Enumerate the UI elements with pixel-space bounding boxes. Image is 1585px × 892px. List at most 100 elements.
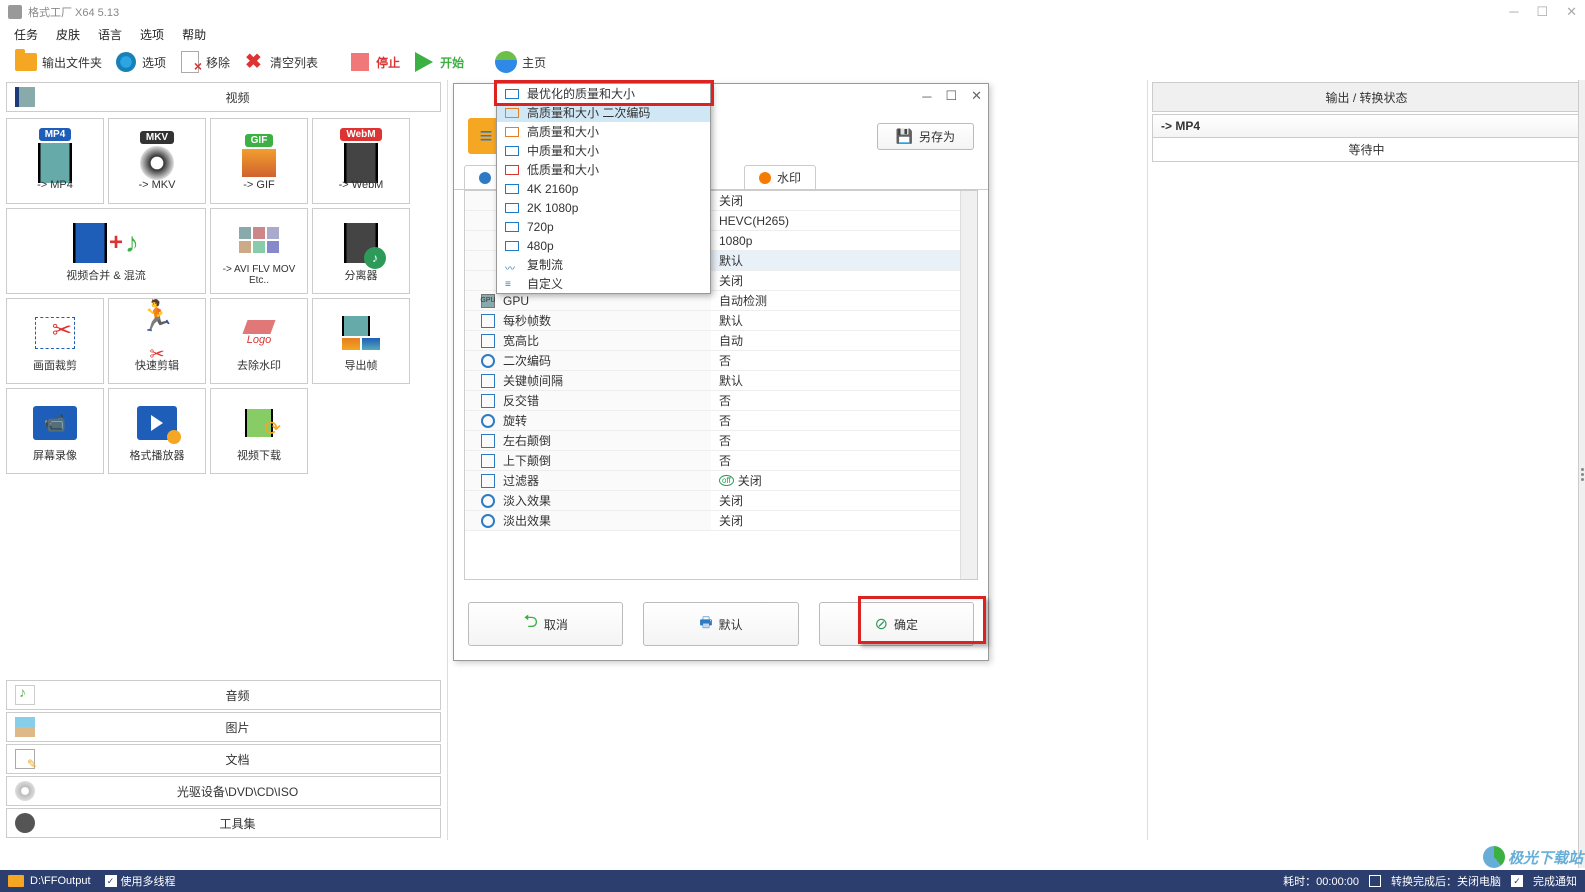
tile-mkv[interactable]: MKV -> MKV bbox=[108, 118, 206, 204]
tile-demux[interactable]: ♪ 分离器 bbox=[312, 208, 410, 294]
multithread-checkbox[interactable]: ✓ bbox=[105, 875, 117, 887]
output-path[interactable]: D:\FFOutput bbox=[30, 875, 91, 887]
dropdown-item[interactable]: 480p bbox=[497, 236, 710, 255]
dropdown-item[interactable]: 〰复制流 bbox=[497, 255, 710, 274]
shutdown-checkbox[interactable] bbox=[1369, 875, 1381, 887]
property-row[interactable]: 过滤器off关闭 bbox=[465, 471, 977, 491]
category-picture[interactable]: 图片 bbox=[6, 712, 441, 742]
video-icon bbox=[15, 87, 35, 107]
task-row[interactable]: -> MP4 bbox=[1152, 114, 1581, 138]
menu-options[interactable]: 选项 bbox=[140, 26, 164, 43]
dropdown-item[interactable]: 4K 2160p bbox=[497, 179, 710, 198]
dropdown-item[interactable]: 中质量和大小 bbox=[497, 141, 710, 160]
menu-language[interactable]: 语言 bbox=[98, 26, 122, 43]
picture-icon bbox=[15, 717, 35, 737]
window-title: 格式工厂 X64 5.13 bbox=[28, 4, 1509, 20]
left-panel: 视频 MP4 -> MP4 MKV -> MKV GIF -> GIF WebM… bbox=[0, 80, 448, 840]
tile-webm[interactable]: WebM -> WebM bbox=[312, 118, 410, 204]
tile-merge[interactable]: +♪ 视频合并 & 混流 bbox=[6, 208, 206, 294]
property-row[interactable]: 每秒帧数默认 bbox=[465, 311, 977, 331]
x-icon: ✖ bbox=[245, 53, 263, 71]
notify-checkbox[interactable]: ✓ bbox=[1511, 875, 1523, 887]
tile-exportframe[interactable]: 导出帧 bbox=[312, 298, 410, 384]
dialog-minimize[interactable]: ─ bbox=[922, 89, 931, 104]
default-button[interactable]: 🖶默认 bbox=[643, 602, 798, 646]
remove-button[interactable]: 移除 bbox=[174, 48, 234, 76]
property-row[interactable]: 宽高比自动 bbox=[465, 331, 977, 351]
category-video[interactable]: 视频 bbox=[6, 82, 441, 112]
category-document[interactable]: 文档 bbox=[6, 744, 441, 774]
watermark-tab-icon bbox=[759, 172, 771, 184]
document-icon bbox=[15, 749, 35, 769]
property-row[interactable]: 淡入效果关闭 bbox=[465, 491, 977, 511]
disc-icon bbox=[15, 781, 35, 801]
tile-download[interactable]: ⟳ 视频下载 bbox=[210, 388, 308, 474]
globe-icon bbox=[495, 51, 517, 73]
property-row[interactable]: 反交错否 bbox=[465, 391, 977, 411]
dropdown-item[interactable]: 720p bbox=[497, 217, 710, 236]
tile-gif[interactable]: GIF -> GIF bbox=[210, 118, 308, 204]
tile-quickcut[interactable]: 🏃✂ 快速剪辑 bbox=[108, 298, 206, 384]
profile-dropdown: 最优化的质量和大小高质量和大小 二次编码高质量和大小中质量和大小低质量和大小4K… bbox=[496, 83, 711, 294]
tile-record[interactable]: 📹 屏幕录像 bbox=[6, 388, 104, 474]
property-row[interactable]: 关键帧间隔默认 bbox=[465, 371, 977, 391]
video-grid: MP4 -> MP4 MKV -> MKV GIF -> GIF WebM ->… bbox=[0, 114, 447, 678]
task-status: 等待中 bbox=[1152, 138, 1581, 162]
stop-button[interactable]: 停止 bbox=[344, 48, 404, 76]
menu-help[interactable]: 帮助 bbox=[182, 26, 206, 43]
dropdown-item[interactable]: 最优化的质量和大小 bbox=[497, 84, 710, 103]
right-panel: 输出 / 转换状态 -> MP4 等待中 bbox=[1147, 80, 1585, 840]
tile-crop[interactable]: ✂ 画面裁剪 bbox=[6, 298, 104, 384]
window-titlebar: 格式工厂 X64 5.13 ─ ☐ ✕ bbox=[0, 0, 1585, 24]
save-icon: 💾 bbox=[896, 128, 913, 145]
tile-delogolabel[interactable]: Logo 去除水印 bbox=[210, 298, 308, 384]
gear-icon bbox=[116, 52, 136, 72]
tile-avi[interactable]: -> AVI FLV MOV Etc.. bbox=[210, 208, 308, 294]
category-audio[interactable]: 音频 bbox=[6, 680, 441, 710]
maximize-button[interactable]: ☐ bbox=[1536, 4, 1548, 20]
remove-icon bbox=[181, 51, 199, 73]
tile-mp4[interactable]: MP4 -> MP4 bbox=[6, 118, 104, 204]
dropdown-item[interactable]: 低质量和大小 bbox=[497, 160, 710, 179]
elapsed-time: 耗时：00:00:00 bbox=[1283, 873, 1359, 889]
cancel-button[interactable]: ⮌取消 bbox=[468, 602, 623, 646]
clear-button[interactable]: ✖ 清空列表 bbox=[238, 48, 322, 76]
tile-player[interactable]: 格式播放器 bbox=[108, 388, 206, 474]
property-row[interactable]: 二次编码否 bbox=[465, 351, 977, 371]
statusbar-folder-icon[interactable] bbox=[8, 875, 24, 887]
dropdown-item[interactable]: 高质量和大小 bbox=[497, 122, 710, 141]
dropdown-item[interactable]: ≡自定义 bbox=[497, 274, 710, 293]
dialog-close[interactable]: ✕ bbox=[971, 88, 982, 104]
watermark-icon bbox=[1483, 846, 1505, 868]
minimize-button[interactable]: ─ bbox=[1509, 4, 1518, 20]
back-icon: ⮌ bbox=[523, 609, 537, 639]
dropdown-item[interactable]: 2K 1080p bbox=[497, 198, 710, 217]
play-icon bbox=[415, 52, 433, 72]
menubar: 任务 皮肤 语言 选项 帮助 bbox=[0, 24, 1585, 44]
site-watermark: 极光下载站 bbox=[1483, 846, 1583, 868]
dropdown-item[interactable]: 高质量和大小 二次编码 bbox=[497, 103, 710, 122]
check-icon: ⊘ bbox=[875, 614, 888, 634]
tools-icon bbox=[15, 813, 35, 833]
category-disc[interactable]: 光驱设备\DVD\CD\ISO bbox=[6, 776, 441, 806]
dialog-maximize[interactable]: ☐ bbox=[945, 88, 957, 104]
property-row[interactable]: 旋转否 bbox=[465, 411, 977, 431]
tab-watermark[interactable]: 水印 bbox=[744, 165, 816, 189]
category-tools[interactable]: 工具集 bbox=[6, 808, 441, 838]
property-row[interactable]: GPUGPU自动检测 bbox=[465, 291, 977, 311]
output-folder-button[interactable]: 输出文件夹 bbox=[10, 48, 106, 76]
home-button[interactable]: 主页 bbox=[490, 48, 550, 76]
menu-task[interactable]: 任务 bbox=[14, 26, 38, 43]
video-tab-icon bbox=[479, 172, 491, 184]
property-row[interactable]: 左右颠倒否 bbox=[465, 431, 977, 451]
property-row[interactable]: 上下颠倒否 bbox=[465, 451, 977, 471]
start-button[interactable]: 开始 bbox=[408, 48, 468, 76]
menu-skin[interactable]: 皮肤 bbox=[56, 26, 80, 43]
property-row[interactable]: 淡出效果关闭 bbox=[465, 511, 977, 531]
options-button[interactable]: 选项 bbox=[110, 48, 170, 76]
ok-button[interactable]: ⊘确定 bbox=[819, 602, 974, 646]
stop-icon bbox=[351, 53, 369, 71]
splitter[interactable] bbox=[1578, 80, 1585, 868]
save-as-button[interactable]: 💾 另存为 bbox=[877, 123, 974, 150]
close-button[interactable]: ✕ bbox=[1566, 4, 1577, 20]
